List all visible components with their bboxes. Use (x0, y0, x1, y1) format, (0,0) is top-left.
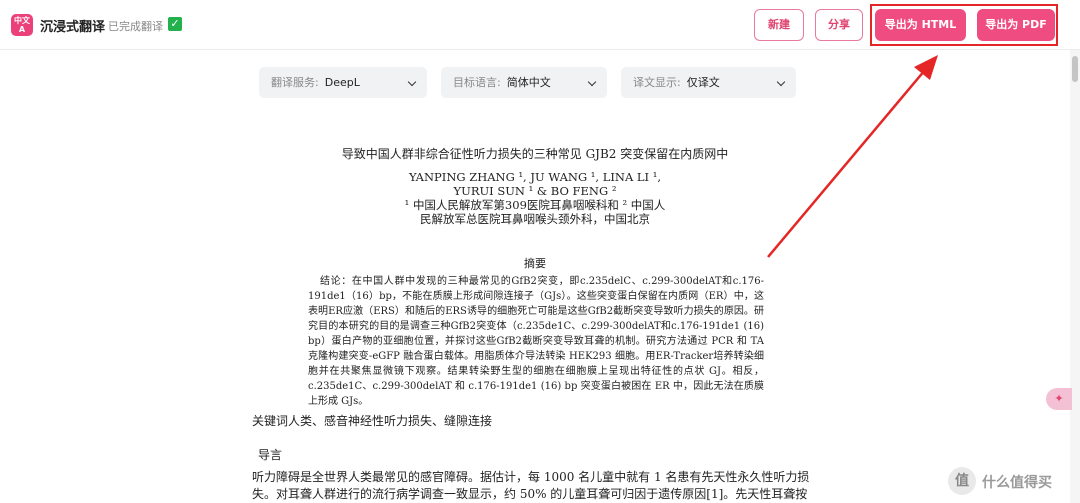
arrow-line (767, 69, 926, 258)
watermark-text: 什么值得买 (982, 475, 1052, 491)
watermark-badge: 值 (948, 467, 976, 495)
arrow-head (914, 55, 938, 80)
watermark: 值 什么值得买 (948, 465, 1078, 499)
translate-icon[interactable]: ✦ (1046, 388, 1072, 410)
annotation-arrow (767, 55, 938, 258)
